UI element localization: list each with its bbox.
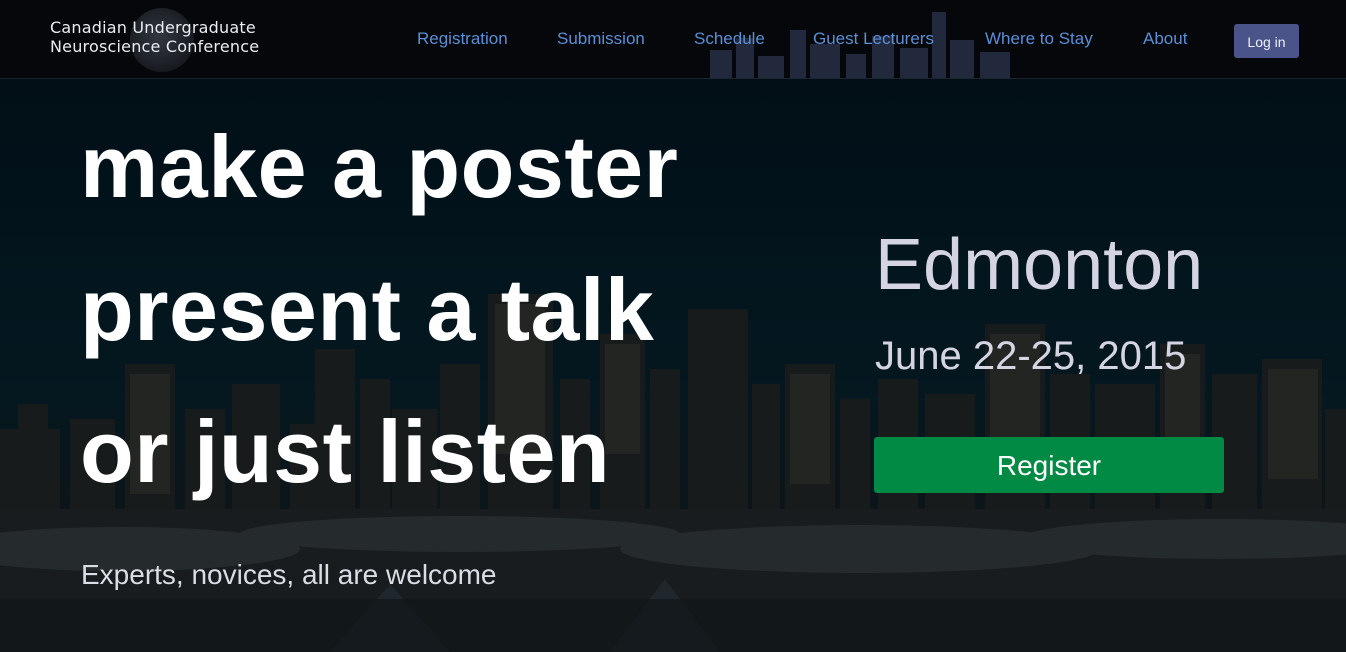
brand-logo-link[interactable]: Canadian Undergraduate Neuroscience Conf… (50, 18, 259, 56)
nav-link-schedule[interactable]: Schedule (694, 29, 765, 49)
register-button[interactable]: Register (874, 437, 1224, 493)
headline-line-3: or just listen (80, 402, 611, 501)
hero-tagline: Experts, novices, all are welcome (81, 559, 497, 590)
nav-link-guest-lecturers[interactable]: Guest Lecturers (813, 29, 934, 49)
headline-line-2: present a talk (80, 260, 655, 359)
nav-link-where-to-stay[interactable]: Where to Stay (985, 29, 1093, 49)
brand-line-1: Canadian Undergraduate (50, 18, 256, 37)
nav-link-about[interactable]: About (1143, 29, 1187, 49)
nav-link-submission[interactable]: Submission (557, 29, 645, 49)
brand-line-2: Neuroscience Conference (50, 37, 260, 56)
headline-line-1: make a poster (80, 117, 679, 216)
top-navbar: Canadian Undergraduate Neuroscience Conf… (0, 0, 1346, 79)
login-button[interactable]: Log in (1234, 24, 1299, 58)
hero-section: make a poster present a talk or just lis… (0, 79, 1346, 652)
nav-link-registration[interactable]: Registration (417, 29, 508, 49)
event-city: Edmonton (875, 225, 1204, 305)
event-dates: June 22-25, 2015 (875, 334, 1187, 378)
